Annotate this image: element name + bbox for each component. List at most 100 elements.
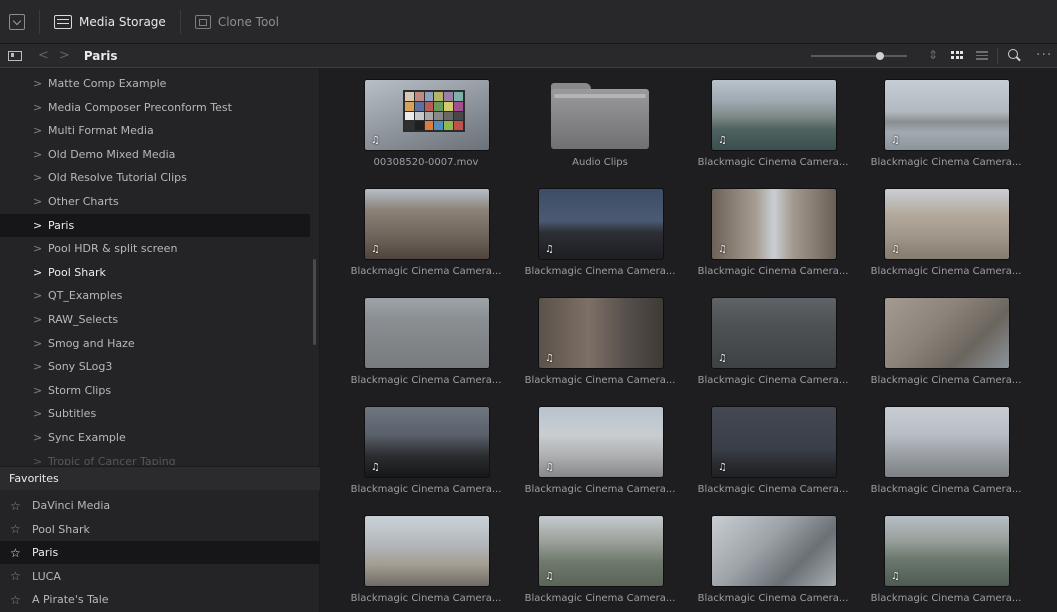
folder-tree-item[interactable]: > Other Charts [0, 190, 310, 213]
clip-label: Blackmagic Cinema Camera... [697, 375, 849, 386]
chevron-right-icon[interactable]: > [33, 219, 42, 232]
folder-tree-item-label: RAW_Selects [48, 313, 119, 326]
clip-label: Blackmagic Cinema Camera... [870, 266, 1022, 277]
folder-tree-item[interactable]: > Paris [0, 213, 310, 237]
folder-tree-item[interactable]: > Matte Comp Example [0, 72, 310, 95]
folder-tree-item-label: Storm Clips [48, 383, 112, 397]
media-storage-label: Media Storage [79, 14, 166, 29]
media-clip[interactable]: ♫ Blackmagic Cinema Camera... [861, 505, 1031, 612]
more-options-icon[interactable]: ··· [1036, 47, 1052, 63]
folder-tree-item[interactable]: > Tropic of Cancer Taping [0, 450, 310, 465]
chevron-right-icon[interactable]: > [33, 171, 42, 184]
folder-tree-item[interactable]: > Old Demo Mixed Media [0, 143, 310, 166]
chevron-right-icon[interactable]: > [33, 313, 42, 326]
media-grid: ♫ 00308520-0007.mov Audio Clips ♫ Blackmagic… [321, 69, 1057, 612]
media-clip[interactable]: Blackmagic Cinema Camera... [861, 396, 1031, 504]
list-view-icon[interactable] [976, 50, 988, 60]
favorite-item[interactable]: ☆ LUCA [0, 565, 320, 588]
thumbnail-view-icon[interactable] [951, 51, 963, 60]
media-clip[interactable]: ♫ Blackmagic Cinema Camera... [515, 287, 685, 395]
chevron-right-icon[interactable]: > [33, 77, 42, 90]
media-clip[interactable]: ♫ Blackmagic Cinema Camera... [341, 178, 511, 286]
folder-tree-item[interactable]: > Pool HDR & split screen [0, 237, 310, 260]
favorite-item[interactable]: ☆ Paris [0, 541, 320, 565]
media-storage-button[interactable]: Media Storage [54, 0, 166, 44]
media-clip[interactable]: ♫ Blackmagic Cinema Camera... [688, 178, 858, 286]
star-icon[interactable]: ☆ [10, 522, 21, 536]
clip-thumbnail [884, 406, 1010, 478]
clip-label: Blackmagic Cinema Camera... [870, 157, 1022, 168]
chevron-right-icon[interactable]: > [33, 195, 42, 208]
media-clip[interactable]: ♫ Blackmagic Cinema Camera... [515, 396, 685, 504]
clip-label: Audio Clips [572, 157, 628, 168]
folder-icon [551, 83, 649, 149]
folder-tree-item[interactable]: > Sync Example [0, 426, 310, 449]
clone-tool-icon [194, 14, 211, 29]
folder-item[interactable]: Audio Clips [515, 69, 685, 177]
back-arrow-icon[interactable]: < [38, 48, 49, 63]
media-clip[interactable]: ♫ Blackmagic Cinema Camera... [861, 69, 1031, 177]
folder-tree-item-label: Media Composer Preconform Test [48, 100, 232, 114]
clone-tool-button[interactable]: Clone Tool [194, 0, 279, 44]
media-clip[interactable]: ♫ 00308520-0007.mov [341, 69, 511, 177]
media-clip[interactable]: Blackmagic Cinema Camera... [688, 505, 858, 612]
folder-tree-item-label: Matte Comp Example [48, 77, 167, 90]
sidebar-toggle-icon[interactable] [8, 50, 22, 61]
favorite-item[interactable]: ☆ Pool Shark [0, 518, 320, 541]
folder-tree-item[interactable]: > Subtitles [0, 402, 310, 425]
star-icon[interactable]: ☆ [10, 593, 21, 607]
folder-tree-item[interactable]: > QT_Examples [0, 284, 310, 307]
folder-tree-item[interactable]: > Storm Clips [0, 379, 310, 402]
clip-thumbnail: ♫ [538, 515, 664, 587]
thumbnail-zoom-slider[interactable] [811, 55, 907, 57]
favorite-item[interactable]: ☆ A Pirate's Tale [0, 588, 320, 611]
chevron-right-icon[interactable]: > [33, 455, 42, 465]
search-icon[interactable] [1008, 49, 1020, 61]
sort-icon[interactable]: ⇕ [928, 48, 938, 62]
chevron-right-icon[interactable]: > [33, 124, 42, 137]
chevron-right-icon[interactable]: > [33, 384, 42, 397]
chevron-right-icon[interactable]: > [33, 407, 42, 420]
star-icon[interactable]: ☆ [10, 569, 21, 583]
chevron-right-icon[interactable]: > [33, 148, 42, 161]
audio-icon: ♫ [371, 244, 380, 255]
media-clip[interactable]: Blackmagic Cinema Camera... [341, 287, 511, 395]
favorite-item[interactable]: ☆ DaVinci Media [0, 494, 320, 517]
clip-thumbnail: ♫ [884, 515, 1010, 587]
media-clip[interactable]: ♫ Blackmagic Cinema Camera... [515, 505, 685, 612]
star-icon[interactable]: ☆ [10, 546, 21, 560]
zoom-slider-handle[interactable] [876, 52, 885, 60]
media-clip[interactable]: ♫ Blackmagic Cinema Camera... [341, 396, 511, 504]
star-icon[interactable]: ☆ [10, 499, 21, 513]
audio-icon: ♫ [891, 244, 900, 255]
top-toolbar: Media Storage Clone Tool [0, 0, 1057, 44]
folder-tree-item[interactable]: > Old Resolve Tutorial Clips [0, 166, 310, 189]
clip-label: Blackmagic Cinema Camera... [697, 157, 849, 168]
forward-arrow-icon[interactable]: > [59, 48, 70, 63]
media-clip[interactable]: Blackmagic Cinema Camera... [861, 287, 1031, 395]
folder-tree-item[interactable]: > RAW_Selects [0, 308, 310, 331]
media-clip[interactable]: ♫ Blackmagic Cinema Camera... [688, 287, 858, 395]
collapse-panel-icon[interactable] [9, 13, 25, 30]
chevron-right-icon[interactable]: > [33, 266, 42, 279]
chevron-right-icon[interactable]: > [33, 242, 42, 255]
chevron-right-icon[interactable]: > [33, 337, 42, 350]
folder-tree-item-label: Paris [48, 218, 75, 232]
folder-tree-item[interactable]: > Multi Format Media [0, 119, 310, 142]
folder-tree-item[interactable]: > Media Composer Preconform Test [0, 96, 310, 119]
chevron-right-icon[interactable]: > [33, 360, 42, 373]
media-clip[interactable]: ♫ Blackmagic Cinema Camera... [861, 178, 1031, 286]
folder-tree-item[interactable]: > Pool Shark [0, 261, 310, 284]
folder-tree-item-label: Other Charts [48, 195, 119, 208]
clip-label: Blackmagic Cinema Camera... [870, 593, 1022, 604]
chevron-right-icon[interactable]: > [33, 101, 42, 114]
media-clip[interactable]: ♫ Blackmagic Cinema Camera... [515, 178, 685, 286]
sidebar-scrollbar[interactable] [313, 259, 316, 345]
media-clip[interactable]: ♫ Blackmagic Cinema Camera... [688, 396, 858, 504]
media-clip[interactable]: Blackmagic Cinema Camera... [341, 505, 511, 612]
media-clip[interactable]: ♫ Blackmagic Cinema Camera... [688, 69, 858, 177]
folder-tree-item[interactable]: > Sony SLog3 [0, 355, 310, 378]
folder-tree-item[interactable]: > Smog and Haze [0, 332, 310, 355]
chevron-right-icon[interactable]: > [33, 289, 42, 302]
chevron-right-icon[interactable]: > [33, 431, 42, 444]
